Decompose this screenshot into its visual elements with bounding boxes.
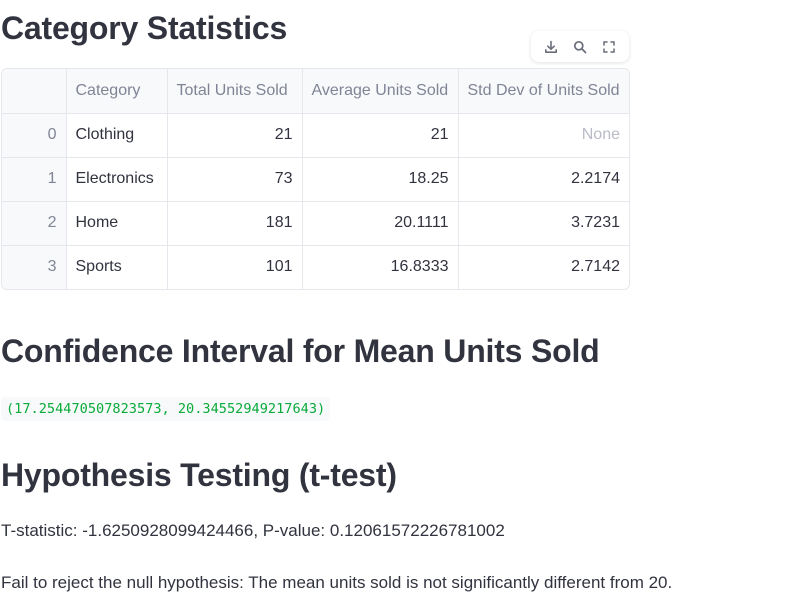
row-index-cell[interactable]: 3 bbox=[2, 245, 67, 289]
column-header-category[interactable]: Category bbox=[66, 69, 168, 114]
download-icon bbox=[545, 40, 558, 53]
category-statistics-table[interactable]: Category Total Units Sold Average Units … bbox=[1, 68, 630, 290]
table-row: 0 Clothing 21 21 None bbox=[2, 113, 629, 158]
row-index-cell[interactable]: 1 bbox=[2, 157, 67, 202]
column-header-std-dev[interactable]: Std Dev of Units Sold bbox=[458, 69, 629, 114]
std-dev-cell[interactable]: 2.7142 bbox=[458, 245, 629, 289]
total-units-cell[interactable]: 101 bbox=[167, 245, 303, 289]
row-index-cell[interactable]: 0 bbox=[2, 113, 67, 158]
search-icon bbox=[573, 40, 587, 53]
hypothesis-testing-heading: Hypothesis Testing (t-test) bbox=[1, 457, 397, 493]
confidence-interval-heading: Confidence Interval for Mean Units Sold bbox=[1, 333, 600, 369]
category-cell[interactable]: Clothing bbox=[66, 113, 168, 158]
category-statistics-heading: Category Statistics bbox=[1, 10, 288, 46]
row-index-cell[interactable]: 2 bbox=[2, 201, 67, 246]
column-header-index[interactable] bbox=[2, 69, 67, 114]
download-button[interactable] bbox=[540, 36, 562, 58]
table-row: 2 Home 181 20.1111 3.7231 bbox=[2, 201, 629, 246]
average-units-cell[interactable]: 20.1111 bbox=[302, 201, 459, 246]
hypothesis-conclusion-text: Fail to reject the null hypothesis: The … bbox=[1, 573, 673, 592]
total-units-cell[interactable]: 181 bbox=[167, 201, 303, 246]
std-dev-cell[interactable]: 3.7231 bbox=[458, 201, 629, 246]
std-dev-cell[interactable]: 2.2174 bbox=[458, 157, 629, 202]
category-cell[interactable]: Electronics bbox=[66, 157, 168, 202]
table-header-row: Category Total Units Sold Average Units … bbox=[2, 69, 629, 114]
column-header-total-units[interactable]: Total Units Sold bbox=[167, 69, 303, 114]
column-header-average-units[interactable]: Average Units Sold bbox=[302, 69, 459, 114]
fullscreen-button[interactable] bbox=[598, 36, 620, 58]
category-cell[interactable]: Sports bbox=[66, 245, 168, 289]
search-button[interactable] bbox=[569, 36, 591, 58]
table-row: 3 Sports 101 16.8333 2.7142 bbox=[2, 245, 629, 289]
average-units-cell[interactable]: 18.25 bbox=[302, 157, 459, 202]
category-cell[interactable]: Home bbox=[66, 201, 168, 246]
confidence-interval-value: (17.254470507823573, 20.34552949217643) bbox=[1, 397, 331, 421]
total-units-cell[interactable]: 73 bbox=[167, 157, 303, 202]
fullscreen-icon bbox=[602, 40, 615, 53]
table-row: 1 Electronics 73 18.25 2.2174 bbox=[2, 157, 629, 202]
std-dev-cell[interactable]: None bbox=[458, 113, 629, 158]
average-units-cell[interactable]: 21 bbox=[302, 113, 459, 158]
dataframe-toolbar bbox=[531, 31, 629, 62]
t-statistic-text: T-statistic: -1.6250928099424466, P-valu… bbox=[1, 521, 505, 540]
average-units-cell[interactable]: 16.8333 bbox=[302, 245, 459, 289]
total-units-cell[interactable]: 21 bbox=[167, 113, 303, 158]
